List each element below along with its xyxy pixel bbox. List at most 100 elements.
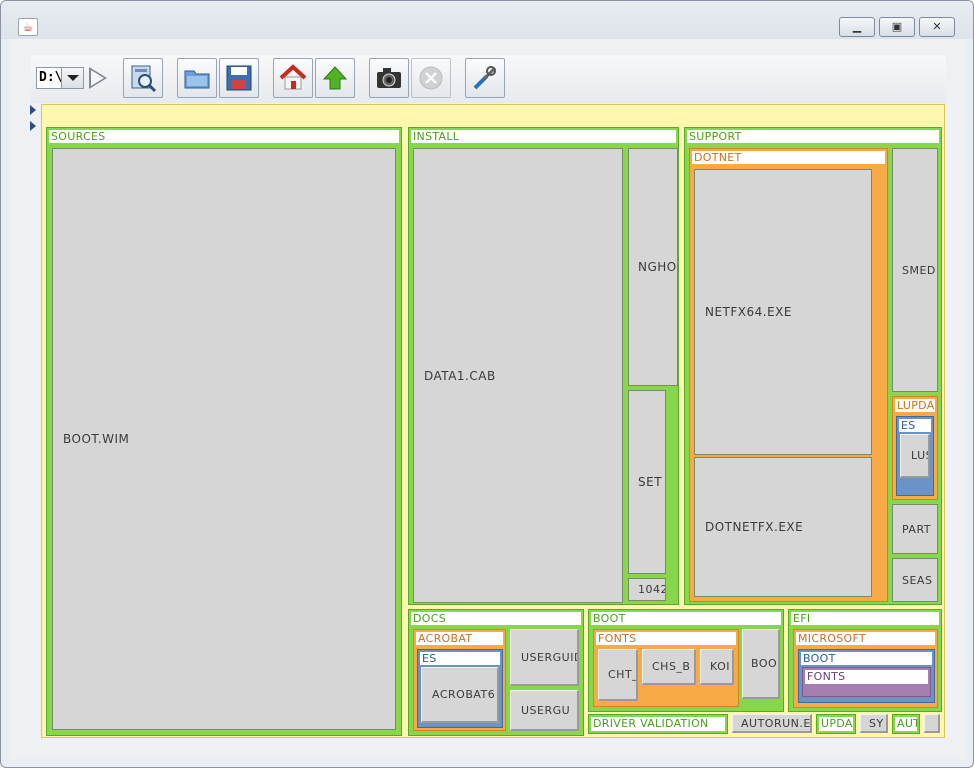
chevron-down-icon[interactable] (61, 68, 83, 88)
folder-aut[interactable]: AUT (892, 714, 920, 734)
file-label: BOO (751, 657, 778, 670)
client-area: D:\ SOURCES BOOT.WIM INSTALL DATA1.CAB N… (9, 39, 965, 759)
file-label: KOI (710, 660, 731, 673)
file-userguid-2[interactable]: USERGU (510, 690, 579, 731)
folder-fonts-efi[interactable]: FONTS (802, 667, 931, 697)
folder-boot[interactable]: BOOT FONTS CHT_ CHS_B KOI BOO (588, 609, 784, 712)
file-netfx64-exe[interactable]: NETFX64.EXE (694, 169, 872, 455)
snapshot-button[interactable] (369, 58, 409, 98)
file-seas[interactable]: SEAS (892, 558, 938, 602)
camera-icon (377, 68, 401, 88)
drive-value: D:\ (39, 70, 63, 85)
file-ngho[interactable]: NGHO (628, 148, 678, 386)
folder-label: ES (899, 419, 931, 432)
file-label: NETFX64.EXE (705, 305, 792, 319)
scan-button[interactable] (123, 58, 163, 98)
scan-icon (131, 65, 157, 93)
file-boot-wim[interactable]: BOOT.WIM (52, 148, 396, 730)
folder-lupda[interactable]: LUPDA ES LUS (892, 396, 938, 500)
app-window: ☕ ▁ ▣ ✕ D:\ SOURCES BOOT.WIM INSTALL DAT… (0, 0, 974, 768)
folder-label: EFI (791, 612, 939, 625)
settings-button[interactable] (465, 58, 505, 98)
folder-efi[interactable]: EFI MICROSOFT BOOT FONTS (788, 609, 942, 712)
minimize-button[interactable]: ▁ (839, 17, 875, 37)
file-smed[interactable]: SMED (892, 148, 938, 392)
folder-boot-efi[interactable]: BOOT FONTS (798, 649, 935, 703)
file-label: DATA1.CAB (424, 368, 496, 383)
folder-driver-validation[interactable]: DRIVER VALIDATION (588, 714, 728, 734)
folder-label: ACROBAT (416, 632, 503, 645)
file-part[interactable]: PART (892, 504, 938, 554)
file-kor[interactable]: KOI (700, 649, 734, 685)
file-dotnetfx-exe[interactable]: DOTNETFX.EXE (694, 457, 872, 597)
close-icon: ✕ (932, 20, 942, 33)
folder-acrobat[interactable]: ACROBAT ES ACROBAT6 (413, 629, 506, 731)
home-button[interactable] (273, 58, 313, 98)
folder-dotnet[interactable]: DOTNET NETFX64.EXE DOTNETFX.EXE (689, 148, 888, 602)
save-button[interactable] (219, 58, 259, 98)
file-boo[interactable]: BOO (742, 629, 780, 699)
folder-es[interactable]: ES ACROBAT6 (417, 649, 503, 728)
folder-label: BOOT (801, 652, 932, 665)
maximize-button[interactable]: ▣ (879, 17, 915, 37)
folder-support[interactable]: SUPPORT DOTNET NETFX64.EXE DOTNETFX.EXE … (684, 127, 942, 605)
file-lus[interactable]: LUS (900, 434, 930, 478)
file-data1-cab[interactable]: DATA1.CAB (413, 148, 623, 603)
home-icon (279, 64, 307, 90)
folder-label: UPDA (819, 717, 853, 731)
toolbar: D:\ (31, 55, 946, 103)
play-icon[interactable] (89, 67, 107, 89)
folder-es[interactable]: ES LUS (896, 416, 934, 496)
file-autorun[interactable]: AUTORUN.E (732, 714, 812, 733)
file-userguid-1[interactable]: USERGUID (510, 629, 579, 686)
file-label: ACROBAT6 (432, 688, 496, 701)
folder-label: DOCS (411, 612, 581, 625)
file-sy[interactable]: SY (860, 714, 888, 733)
file-label: BOOT.WIM (63, 432, 130, 446)
file-label: SEAS (902, 573, 933, 587)
file-label: CHT_ (608, 668, 638, 681)
folder-label: BOOT (591, 612, 781, 625)
folder-label: LUPDA (895, 399, 935, 412)
folder-docs[interactable]: DOCS ACROBAT ES ACROBAT6 USERGUID USERGU (408, 609, 584, 736)
folder-microsoft[interactable]: MICROSOFT BOOT FONTS (793, 629, 938, 708)
folder-install[interactable]: INSTALL DATA1.CAB NGHO SET 1042 (408, 127, 679, 605)
chevron-right-icon (30, 105, 36, 131)
stop-icon (419, 66, 443, 90)
open-folder-button[interactable] (177, 58, 217, 98)
folder-label: FONTS (805, 670, 928, 684)
close-button[interactable]: ✕ (919, 17, 955, 37)
file-label: DOTNETFX.EXE (705, 520, 804, 534)
up-arrow-icon (322, 66, 348, 90)
folder-label: SOURCES (49, 130, 399, 143)
file-acrobat6[interactable]: ACROBAT6 (421, 667, 499, 723)
file-cht[interactable]: CHT_ (598, 649, 638, 701)
collapse-arrows[interactable] (30, 105, 38, 135)
file-label: SET (638, 475, 663, 489)
file-label: SY (869, 716, 884, 730)
folder-label: MICROSOFT (796, 632, 935, 645)
file-label: PART (902, 522, 932, 536)
folder-fonts[interactable]: FONTS CHT_ CHS_B KOI (593, 629, 739, 707)
java-cup-icon: ☕ (18, 18, 38, 36)
file-label: SMED (902, 263, 936, 277)
file-1042[interactable]: 1042 (628, 578, 666, 601)
settings-tools-icon (473, 66, 497, 90)
maximize-icon: ▣ (891, 20, 903, 33)
file-label: USERGUID (521, 650, 579, 664)
file-label: 1042 (638, 583, 666, 596)
file-label: LUS (911, 449, 928, 462)
title-bar: ☕ ▁ ▣ ✕ (1, 1, 973, 39)
drive-selector[interactable]: D:\ (36, 67, 84, 89)
folder-sources[interactable]: SOURCES BOOT.WIM (46, 127, 402, 736)
stop-button[interactable] (411, 58, 451, 98)
file-chs[interactable]: CHS_B (642, 649, 696, 685)
file-misc[interactable] (924, 714, 940, 733)
folder-label: INSTALL (411, 130, 676, 143)
folder-label: FONTS (596, 632, 736, 645)
up-button[interactable] (315, 58, 355, 98)
file-set[interactable]: SET (628, 390, 666, 574)
folder-upda[interactable]: UPDA (816, 714, 856, 734)
open-folder-icon (184, 70, 210, 89)
folder-label: AUT (895, 717, 917, 731)
